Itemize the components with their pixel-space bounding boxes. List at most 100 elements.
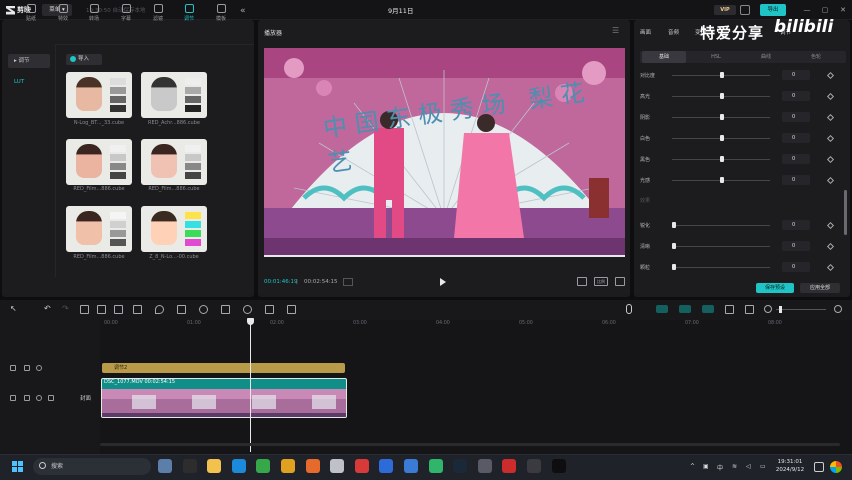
panel-scrollbar[interactable] <box>844 190 847 235</box>
eye-icon[interactable] <box>36 365 42 371</box>
subtab-hsl[interactable]: HSL <box>694 51 738 63</box>
param-value-input[interactable]: 0 <box>782 262 810 272</box>
app-icon[interactable] <box>330 459 345 473</box>
minimize-icon[interactable]: — <box>802 5 812 15</box>
wifi-icon[interactable]: ≋ <box>732 463 737 470</box>
close-icon[interactable]: ✕ <box>838 5 848 15</box>
param-slider[interactable] <box>672 246 770 247</box>
audio-mute-icon[interactable] <box>48 395 54 401</box>
play-icon[interactable] <box>440 278 446 286</box>
file-explorer-icon[interactable] <box>207 459 222 473</box>
param-slider-knob[interactable] <box>672 243 676 249</box>
volume-icon[interactable]: ◁ <box>746 463 751 470</box>
lut-card[interactable] <box>141 206 207 252</box>
sidebar-item-adjust[interactable]: ▸ 调节 <box>8 54 50 68</box>
delete-icon[interactable] <box>133 305 142 314</box>
tab-filter[interactable]: 滤镜 <box>145 2 171 24</box>
video-progress[interactable] <box>264 255 625 257</box>
param-value-input[interactable]: 0 <box>782 133 810 143</box>
fit-icon[interactable] <box>577 277 587 286</box>
rotate-icon[interactable] <box>243 305 252 314</box>
microphone-icon[interactable] <box>626 304 632 314</box>
param-value-input[interactable]: 0 <box>782 241 810 251</box>
tray-icon[interactable]: ▣ <box>703 463 709 470</box>
adjust-clip[interactable]: 调节2 <box>102 363 345 373</box>
lut-card[interactable] <box>66 139 132 185</box>
param-slider-knob[interactable] <box>720 72 724 78</box>
edge-dev-icon[interactable] <box>256 459 271 473</box>
zoom-knob[interactable] <box>779 306 782 313</box>
sidebar-item-lut[interactable]: LUT <box>8 75 50 89</box>
save-preset-button[interactable]: 保存预设 <box>756 283 794 293</box>
param-slider[interactable] <box>672 267 770 268</box>
taskbar-search[interactable]: 搜索 <box>33 458 151 475</box>
collapse-panel-icon[interactable]: « <box>240 6 246 16</box>
eye-icon[interactable] <box>36 395 42 401</box>
lock-icon[interactable] <box>24 395 30 401</box>
param-value-input[interactable]: 0 <box>782 154 810 164</box>
align-icon[interactable] <box>725 305 734 314</box>
windows-start-icon[interactable] <box>12 461 24 473</box>
chrome-icon[interactable] <box>281 459 295 473</box>
language-indicator[interactable]: 中 <box>717 463 723 472</box>
steam-icon[interactable] <box>453 459 468 473</box>
system-clock[interactable]: 19:31:01 2024/9/12 <box>772 458 808 474</box>
crop-icon[interactable] <box>265 305 274 314</box>
edge-browser-icon[interactable] <box>231 459 246 473</box>
zoom-in-icon[interactable] <box>834 305 842 313</box>
param-slider-knob[interactable] <box>720 93 724 99</box>
tab-sticker[interactable]: 贴纸 <box>18 2 44 24</box>
fullscreen-icon[interactable] <box>615 277 625 286</box>
chevron-up-icon[interactable]: ^ <box>690 463 695 470</box>
param-slider-knob[interactable] <box>672 264 676 270</box>
battery-icon[interactable]: ▭ <box>760 463 766 470</box>
caption-icon[interactable] <box>745 305 754 314</box>
image-icon[interactable] <box>287 305 296 314</box>
lock-icon[interactable] <box>24 365 30 371</box>
subtab-basic[interactable]: 基础 <box>642 51 686 63</box>
tab-transition[interactable]: 转场 <box>81 2 107 24</box>
param-slider-knob[interactable] <box>720 135 724 141</box>
cover-button[interactable]: 封面 <box>80 394 91 402</box>
lut-card[interactable] <box>66 72 132 118</box>
tab-audio[interactable]: 音频 <box>668 28 679 36</box>
maximize-icon[interactable]: ▢ <box>820 5 830 15</box>
subtab-color-wheel[interactable]: 色轮 <box>794 51 838 63</box>
timeline-scrollbar[interactable] <box>100 443 840 446</box>
vip-button[interactable]: VIP <box>714 5 736 15</box>
lut-card[interactable] <box>66 206 132 252</box>
menu-icon[interactable]: ☰ <box>612 26 619 35</box>
video-preview[interactable]: 中国东极秀场 梨花艺 <box>264 48 625 255</box>
export-button[interactable]: 导出 <box>760 4 786 16</box>
grid-icon[interactable] <box>343 278 353 286</box>
firefox-icon[interactable] <box>305 459 320 473</box>
widget-icon[interactable] <box>158 459 172 473</box>
app-icon[interactable] <box>404 459 418 473</box>
tab-subtitle[interactable]: 字幕 <box>113 2 139 24</box>
app-icon[interactable] <box>428 459 443 473</box>
subtab-curves[interactable]: 曲线 <box>744 51 788 63</box>
app-icon[interactable] <box>527 459 541 473</box>
notification-icon[interactable] <box>814 462 824 472</box>
mirror-icon[interactable] <box>221 305 230 314</box>
tab-effects[interactable]: 特效 <box>50 2 76 24</box>
param-slider-knob[interactable] <box>672 222 676 228</box>
select-cursor-icon[interactable]: ↖ <box>10 304 17 313</box>
task-view-icon[interactable] <box>182 459 197 473</box>
preview-axis-icon[interactable] <box>702 305 714 313</box>
ratio-button[interactable]: 比例 <box>594 277 608 286</box>
param-value-input[interactable]: 0 <box>782 175 810 185</box>
marker-icon[interactable] <box>155 305 164 314</box>
tab-template[interactable]: 模板 <box>208 2 234 24</box>
zoom-slider[interactable] <box>776 309 826 310</box>
split-icon[interactable] <box>80 305 89 314</box>
settings-icon[interactable] <box>477 459 492 473</box>
param-slider[interactable] <box>672 225 770 226</box>
playhead-handle[interactable] <box>247 318 254 325</box>
tab-adjust[interactable]: 调节 <box>176 2 202 24</box>
param-slider-knob[interactable] <box>720 114 724 120</box>
lut-card[interactable] <box>141 139 207 185</box>
import-button[interactable]: 导入 <box>66 54 102 65</box>
apply-all-button[interactable]: 应用全部 <box>800 283 840 293</box>
param-value-input[interactable]: 0 <box>782 91 810 101</box>
